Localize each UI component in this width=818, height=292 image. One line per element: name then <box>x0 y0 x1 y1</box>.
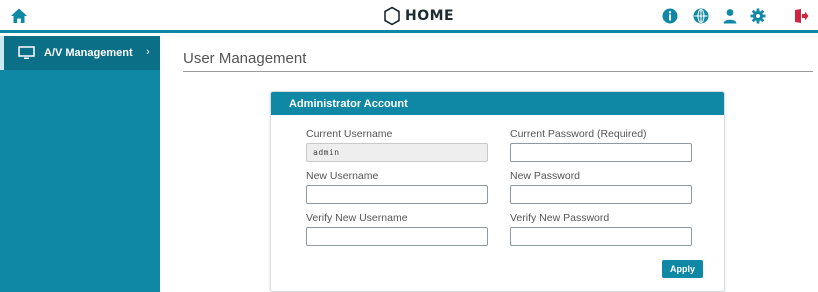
gear-icon[interactable] <box>750 8 766 26</box>
new-username-field[interactable] <box>306 185 488 204</box>
logout-icon[interactable] <box>793 8 809 26</box>
user-icon[interactable] <box>722 8 738 26</box>
monitor-icon <box>18 46 35 59</box>
apply-button[interactable]: Apply <box>662 260 703 278</box>
verify-password-label: Verify New Password <box>510 212 610 224</box>
new-username-label: New Username <box>306 170 379 182</box>
page-title: User Management <box>183 50 307 67</box>
top-bar: HOME <box>0 0 818 33</box>
verify-password-field[interactable] <box>510 227 692 246</box>
brand-name: HOME <box>405 8 455 24</box>
title-divider <box>183 71 813 72</box>
globe-icon[interactable] <box>693 8 709 26</box>
current-password-field[interactable] <box>510 143 692 162</box>
new-password-field[interactable] <box>510 185 692 204</box>
brand-logo: HOME <box>383 5 454 27</box>
sidebar-item-av-management[interactable]: A/V Management › <box>0 36 160 70</box>
current-username-label: Current Username <box>306 128 393 140</box>
current-password-label: Current Password (Required) <box>510 128 647 140</box>
new-password-label: New Password <box>510 170 581 182</box>
panel-header: Administrator Account <box>271 92 724 115</box>
current-username-field <box>306 143 488 162</box>
info-icon[interactable] <box>662 8 678 26</box>
administrator-account-panel: Administrator Account Current Username N… <box>270 91 725 292</box>
verify-username-field[interactable] <box>306 227 488 246</box>
hexagon-icon <box>384 6 400 26</box>
sidebar: A/V Management › <box>0 36 160 292</box>
home-icon[interactable] <box>10 7 28 25</box>
verify-username-label: Verify New Username <box>306 212 408 224</box>
sidebar-item-label: A/V Management <box>44 47 133 59</box>
chevron-right-icon: › <box>146 46 150 58</box>
